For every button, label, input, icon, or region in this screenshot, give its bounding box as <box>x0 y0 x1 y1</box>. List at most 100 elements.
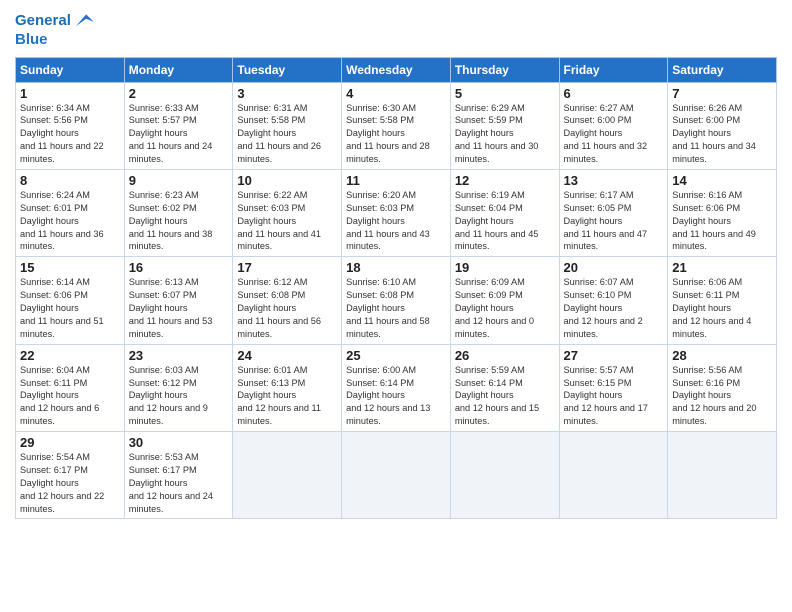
day-info: Sunrise: 6:31 AM Sunset: 5:58 PM Dayligh… <box>237 102 337 166</box>
col-wednesday: Wednesday <box>342 57 451 82</box>
calendar-cell: 25 Sunrise: 6:00 AM Sunset: 6:14 PM Dayl… <box>342 344 451 431</box>
day-number: 24 <box>237 348 337 363</box>
day-info: Sunrise: 6:14 AM Sunset: 6:06 PM Dayligh… <box>20 276 120 340</box>
day-info: Sunrise: 6:26 AM Sunset: 6:00 PM Dayligh… <box>672 102 772 166</box>
day-number: 2 <box>129 86 229 101</box>
calendar-week-1: 8 Sunrise: 6:24 AM Sunset: 6:01 PM Dayli… <box>16 169 777 256</box>
day-number: 7 <box>672 86 772 101</box>
day-number: 14 <box>672 173 772 188</box>
calendar-week-2: 15 Sunrise: 6:14 AM Sunset: 6:06 PM Dayl… <box>16 257 777 344</box>
day-number: 8 <box>20 173 120 188</box>
day-info: Sunrise: 6:07 AM Sunset: 6:10 PM Dayligh… <box>564 276 664 340</box>
day-info: Sunrise: 6:00 AM Sunset: 6:14 PM Dayligh… <box>346 364 446 428</box>
day-info: Sunrise: 6:27 AM Sunset: 6:00 PM Dayligh… <box>564 102 664 166</box>
day-number: 16 <box>129 260 229 275</box>
calendar-week-0: 1 Sunrise: 6:34 AM Sunset: 5:56 PM Dayli… <box>16 82 777 169</box>
day-info: Sunrise: 6:23 AM Sunset: 6:02 PM Dayligh… <box>129 189 229 253</box>
calendar-cell: 26 Sunrise: 5:59 AM Sunset: 6:14 PM Dayl… <box>450 344 559 431</box>
day-info: Sunrise: 6:30 AM Sunset: 5:58 PM Dayligh… <box>346 102 446 166</box>
day-info: Sunrise: 6:09 AM Sunset: 6:09 PM Dayligh… <box>455 276 555 340</box>
calendar-cell: 7 Sunrise: 6:26 AM Sunset: 6:00 PM Dayli… <box>668 82 777 169</box>
day-info: Sunrise: 5:59 AM Sunset: 6:14 PM Dayligh… <box>455 364 555 428</box>
day-number: 12 <box>455 173 555 188</box>
calendar-cell <box>559 432 668 519</box>
day-number: 10 <box>237 173 337 188</box>
day-info: Sunrise: 6:06 AM Sunset: 6:11 PM Dayligh… <box>672 276 772 340</box>
day-info: Sunrise: 6:16 AM Sunset: 6:06 PM Dayligh… <box>672 189 772 253</box>
calendar-cell: 10 Sunrise: 6:22 AM Sunset: 6:03 PM Dayl… <box>233 169 342 256</box>
logo-text2: Blue <box>15 32 95 49</box>
calendar-cell: 2 Sunrise: 6:33 AM Sunset: 5:57 PM Dayli… <box>124 82 233 169</box>
col-sunday: Sunday <box>16 57 125 82</box>
col-tuesday: Tuesday <box>233 57 342 82</box>
day-number: 9 <box>129 173 229 188</box>
day-info: Sunrise: 5:54 AM Sunset: 6:17 PM Dayligh… <box>20 451 120 515</box>
calendar-cell: 21 Sunrise: 6:06 AM Sunset: 6:11 PM Dayl… <box>668 257 777 344</box>
calendar-cell: 22 Sunrise: 6:04 AM Sunset: 6:11 PM Dayl… <box>16 344 125 431</box>
calendar-cell <box>668 432 777 519</box>
calendar-cell: 14 Sunrise: 6:16 AM Sunset: 6:06 PM Dayl… <box>668 169 777 256</box>
calendar-cell: 4 Sunrise: 6:30 AM Sunset: 5:58 PM Dayli… <box>342 82 451 169</box>
day-info: Sunrise: 6:10 AM Sunset: 6:08 PM Dayligh… <box>346 276 446 340</box>
day-info: Sunrise: 6:34 AM Sunset: 5:56 PM Dayligh… <box>20 102 120 166</box>
calendar-cell: 12 Sunrise: 6:19 AM Sunset: 6:04 PM Dayl… <box>450 169 559 256</box>
calendar: Sunday Monday Tuesday Wednesday Thursday… <box>15 57 777 520</box>
header: General Blue <box>15 10 777 49</box>
day-info: Sunrise: 6:01 AM Sunset: 6:13 PM Dayligh… <box>237 364 337 428</box>
calendar-cell: 1 Sunrise: 6:34 AM Sunset: 5:56 PM Dayli… <box>16 82 125 169</box>
day-number: 5 <box>455 86 555 101</box>
day-number: 28 <box>672 348 772 363</box>
calendar-cell: 28 Sunrise: 5:56 AM Sunset: 6:16 PM Dayl… <box>668 344 777 431</box>
calendar-cell: 5 Sunrise: 6:29 AM Sunset: 5:59 PM Dayli… <box>450 82 559 169</box>
day-number: 25 <box>346 348 446 363</box>
day-info: Sunrise: 6:29 AM Sunset: 5:59 PM Dayligh… <box>455 102 555 166</box>
day-info: Sunrise: 6:19 AM Sunset: 6:04 PM Dayligh… <box>455 189 555 253</box>
calendar-cell: 6 Sunrise: 6:27 AM Sunset: 6:00 PM Dayli… <box>559 82 668 169</box>
calendar-cell <box>342 432 451 519</box>
day-number: 17 <box>237 260 337 275</box>
day-number: 21 <box>672 260 772 275</box>
day-number: 11 <box>346 173 446 188</box>
day-number: 20 <box>564 260 664 275</box>
calendar-cell: 29 Sunrise: 5:54 AM Sunset: 6:17 PM Dayl… <box>16 432 125 519</box>
day-number: 1 <box>20 86 120 101</box>
calendar-cell: 16 Sunrise: 6:13 AM Sunset: 6:07 PM Dayl… <box>124 257 233 344</box>
day-info: Sunrise: 6:24 AM Sunset: 6:01 PM Dayligh… <box>20 189 120 253</box>
day-number: 26 <box>455 348 555 363</box>
day-info: Sunrise: 6:04 AM Sunset: 6:11 PM Dayligh… <box>20 364 120 428</box>
calendar-week-4: 29 Sunrise: 5:54 AM Sunset: 6:17 PM Dayl… <box>16 432 777 519</box>
calendar-header-row: Sunday Monday Tuesday Wednesday Thursday… <box>16 57 777 82</box>
day-info: Sunrise: 6:33 AM Sunset: 5:57 PM Dayligh… <box>129 102 229 166</box>
day-info: Sunrise: 6:13 AM Sunset: 6:07 PM Dayligh… <box>129 276 229 340</box>
day-info: Sunrise: 6:17 AM Sunset: 6:05 PM Dayligh… <box>564 189 664 253</box>
day-number: 13 <box>564 173 664 188</box>
day-info: Sunrise: 5:57 AM Sunset: 6:15 PM Dayligh… <box>564 364 664 428</box>
logo: General Blue <box>15 10 95 49</box>
calendar-cell: 23 Sunrise: 6:03 AM Sunset: 6:12 PM Dayl… <box>124 344 233 431</box>
calendar-cell <box>233 432 342 519</box>
day-info: Sunrise: 6:20 AM Sunset: 6:03 PM Dayligh… <box>346 189 446 253</box>
col-thursday: Thursday <box>450 57 559 82</box>
day-number: 30 <box>129 435 229 450</box>
day-number: 15 <box>20 260 120 275</box>
day-number: 19 <box>455 260 555 275</box>
day-number: 18 <box>346 260 446 275</box>
day-info: Sunrise: 5:56 AM Sunset: 6:16 PM Dayligh… <box>672 364 772 428</box>
day-number: 29 <box>20 435 120 450</box>
col-friday: Friday <box>559 57 668 82</box>
calendar-cell: 30 Sunrise: 5:53 AM Sunset: 6:17 PM Dayl… <box>124 432 233 519</box>
day-info: Sunrise: 6:22 AM Sunset: 6:03 PM Dayligh… <box>237 189 337 253</box>
calendar-cell: 18 Sunrise: 6:10 AM Sunset: 6:08 PM Dayl… <box>342 257 451 344</box>
day-info: Sunrise: 5:53 AM Sunset: 6:17 PM Dayligh… <box>129 451 229 515</box>
day-info: Sunrise: 6:12 AM Sunset: 6:08 PM Dayligh… <box>237 276 337 340</box>
calendar-cell: 13 Sunrise: 6:17 AM Sunset: 6:05 PM Dayl… <box>559 169 668 256</box>
logo-text: General <box>15 13 71 30</box>
calendar-cell: 11 Sunrise: 6:20 AM Sunset: 6:03 PM Dayl… <box>342 169 451 256</box>
logo-icon <box>73 10 95 32</box>
calendar-cell: 3 Sunrise: 6:31 AM Sunset: 5:58 PM Dayli… <box>233 82 342 169</box>
col-monday: Monday <box>124 57 233 82</box>
calendar-cell: 24 Sunrise: 6:01 AM Sunset: 6:13 PM Dayl… <box>233 344 342 431</box>
day-number: 22 <box>20 348 120 363</box>
day-number: 3 <box>237 86 337 101</box>
calendar-cell: 8 Sunrise: 6:24 AM Sunset: 6:01 PM Dayli… <box>16 169 125 256</box>
